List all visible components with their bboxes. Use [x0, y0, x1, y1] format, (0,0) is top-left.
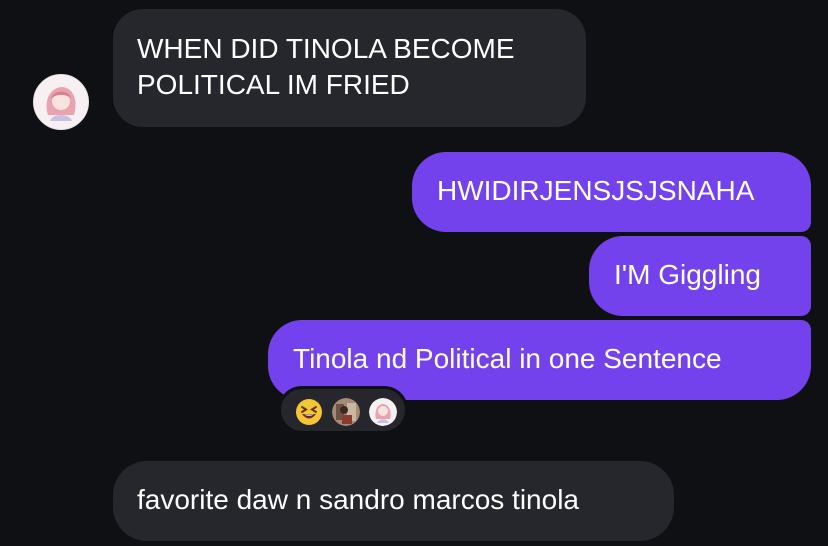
message-bubble-outgoing[interactable]: HWIDIRJENSJSJSNAHA	[412, 152, 811, 232]
contact-avatar[interactable]	[33, 74, 89, 130]
laughing-emoji-icon	[295, 398, 323, 426]
user-avatar-icon	[332, 398, 360, 426]
message-text: HWIDIRJENSJSJSNAHA	[437, 175, 755, 206]
chat-thread: WHEN DID TINOLA BECOME POLITICAL IM FRIE…	[0, 0, 828, 546]
message-bubble-incoming[interactable]: WHEN DID TINOLA BECOME POLITICAL IM FRIE…	[113, 9, 586, 127]
message-text-line: POLITICAL IM FRIED	[137, 69, 410, 100]
message-bubble-outgoing[interactable]: I'M Giggling	[589, 236, 811, 316]
message-text: favorite daw n sandro marcos tinola	[137, 484, 579, 515]
avatar-portrait-icon	[34, 75, 88, 129]
message-reactions[interactable]	[278, 386, 408, 434]
message-text-line: WHEN DID TINOLA BECOME	[137, 33, 515, 64]
message-text: I'M Giggling	[614, 259, 761, 290]
message-bubble-incoming[interactable]: favorite daw n sandro marcos tinola	[113, 461, 674, 541]
message-text: Tinola nd Political in one Sentence	[293, 343, 722, 374]
user-avatar-icon	[369, 398, 397, 426]
